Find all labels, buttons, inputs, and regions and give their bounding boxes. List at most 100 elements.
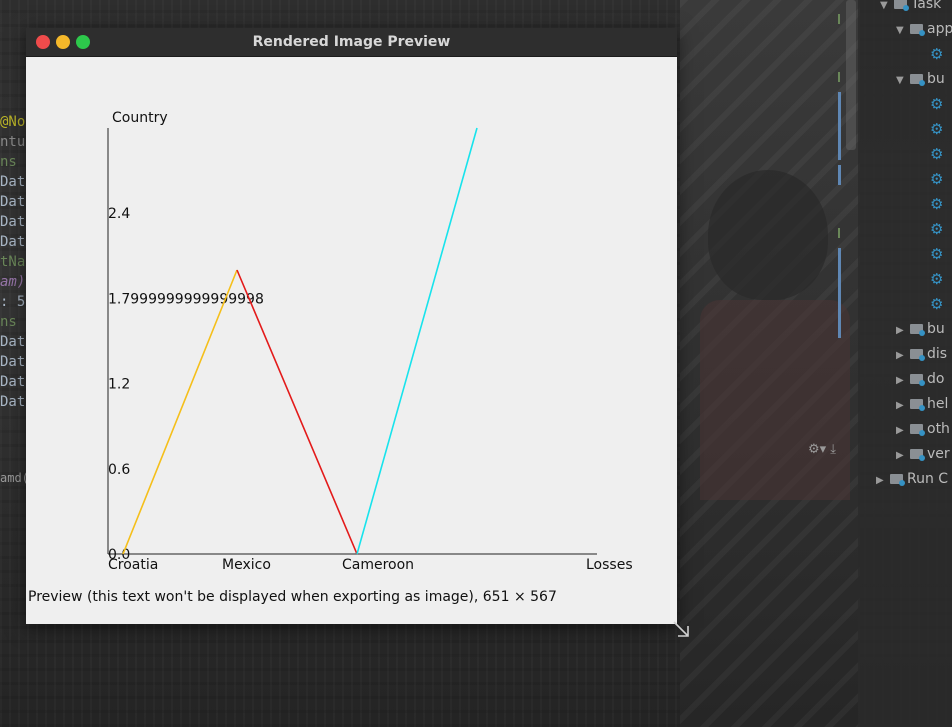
tree-item-label: bu [927,321,945,337]
code-line-fragment: @No [0,114,26,130]
tree-item-folder[interactable]: ▶ dis [896,342,947,367]
window-title: Rendered Image Preview [252,34,451,50]
code-line-fragment: ns [0,154,17,170]
code-line-fragment: Dat [0,334,26,350]
x-tick-label: Mexico [222,557,271,573]
chevron-right-icon[interactable]: ▶ [896,343,910,367]
tree-item-file[interactable]: ⚙ [930,267,943,292]
gear-icon: ⚙ [930,295,944,313]
x-axis-label: Losses [586,557,633,573]
change-marker [838,228,840,238]
code-line-fragment: Dat [0,174,26,190]
tree-item-label: Task [911,0,942,12]
title-bar[interactable]: Rendered Image Preview [26,28,677,57]
tree-item-label: bu [927,71,945,87]
folder-icon [910,349,925,361]
tree-item-label: ver [927,446,950,462]
gear-icon: ⚙ [930,145,944,163]
y-tick-label: 1.7999999999999998 [108,291,264,307]
tree-item-label: do [927,371,945,387]
tree-item-folder[interactable]: ▶ do [896,367,944,392]
tree-item-folder[interactable]: ▶ oth [896,417,950,442]
series-line-segment [356,127,478,555]
tree-item-folder[interactable]: ▶ bu [896,317,945,342]
tree-item-file[interactable]: ⚙ [930,242,943,267]
tree-item-folder[interactable]: ▶ Run C [876,467,948,492]
tree-item-file[interactable]: ⚙ [930,167,943,192]
code-line-fragment: Dat [0,394,26,410]
code-line-fragment: Dat [0,374,26,390]
gear-icon: ⚙ [930,195,944,213]
code-line-fragment: ntu [0,134,26,150]
tree-item-file[interactable]: ⚙ [930,42,943,67]
tree-item-folder[interactable]: ▶ hel [896,392,948,417]
tree-item-label: hel [927,396,949,412]
wallpaper-figure-head [708,170,828,300]
chevron-down-icon[interactable]: ▼ [880,0,894,17]
tree-item-label: app [927,21,952,37]
tree-item-file[interactable]: ⚙ [930,192,943,217]
code-line-fragment: amd( [0,471,26,485]
gear-icon: ⚙ [930,245,944,263]
change-marker [838,72,840,82]
chevron-right-icon[interactable]: ▶ [896,318,910,342]
preview-window: Rendered Image Preview Country Losses 0.… [26,28,677,624]
code-line-fragment: Dat [0,194,26,210]
change-marker [838,92,841,160]
tree-item-folder[interactable]: ▼ app [896,17,952,42]
change-marker [838,165,841,185]
chevron-right-icon[interactable]: ▶ [896,418,910,442]
folder-icon [910,374,925,386]
code-line-fragment: tNa [0,254,26,270]
folder-icon [910,449,925,461]
editor-scrollbar[interactable] [846,0,856,150]
tree-item-file[interactable]: ⚙ [930,217,943,242]
folder-icon [890,474,905,486]
code-line-fragment: am) [0,274,26,290]
chevron-down-icon[interactable]: ▼ [896,68,910,92]
tree-item-file[interactable]: ⚙ [930,142,943,167]
folder-icon [910,324,925,336]
gear-icon: ⚙ [930,120,944,138]
tree-item-label: oth [927,421,950,437]
y-tick-label: 1.2 [108,377,130,393]
project-tree-panel: ▼ Task ▼ app ⚙ ▼ bu ⚙ ⚙ ⚙ ⚙ ⚙ ⚙ ⚙ ⚙ ⚙ ▶ bu ▶ dis ▶ do ▶ hel ▶ oth… [858,0,952,727]
folder-icon [910,74,925,86]
code-line-fragment: Dat [0,354,26,370]
tree-item-label: Run C [907,471,949,487]
x-tick-label: Croatia [108,557,158,573]
chevron-right-icon[interactable]: ▶ [896,368,910,392]
x-tick-label: Cameroon [342,557,414,573]
tree-item-file[interactable]: ⚙ [930,292,943,317]
wallpaper-figure-body [700,300,850,500]
change-marker [838,248,841,338]
folder-icon [910,424,925,436]
resize-handle-icon[interactable] [672,620,690,638]
tree-item-folder[interactable]: ▼ bu [896,67,945,92]
gear-icon: ⚙ [930,220,944,238]
change-marker [838,14,840,24]
y-tick-label: 0.6 [108,462,130,478]
folder-icon [910,399,925,411]
tree-item-label: dis [927,346,948,362]
preview-status-text: Preview (this text won't be displayed wh… [28,589,557,605]
line-chart: Country Losses 0.00.61.21.79999999999999… [107,110,633,573]
y-tick-label: 2.4 [108,206,130,222]
series-line-segment [122,269,238,555]
gear-icon: ⚙ [930,270,944,288]
tree-item-folder[interactable]: ▶ ver [896,442,950,467]
code-line-fragment: Dat [0,234,26,250]
chevron-right-icon[interactable]: ▶ [896,443,910,467]
chevron-right-icon[interactable]: ▶ [896,393,910,417]
code-line-fragment: : 5 [0,294,26,310]
tree-item-file[interactable]: ⚙ [930,92,943,117]
chevron-right-icon[interactable]: ▶ [876,468,890,492]
chevron-down-icon[interactable]: ▼ [896,18,910,42]
panel-settings-icon[interactable]: ⚙▾ ⤓ [808,442,836,457]
tree-item-file[interactable]: ⚙ [930,117,943,142]
folder-icon [910,24,925,36]
tree-item-folder[interactable]: ▼ Task [880,0,941,17]
gear-icon: ⚙ [930,45,944,63]
gear-icon: ⚙ [930,95,944,113]
code-line-fragment: Dat [0,214,26,230]
